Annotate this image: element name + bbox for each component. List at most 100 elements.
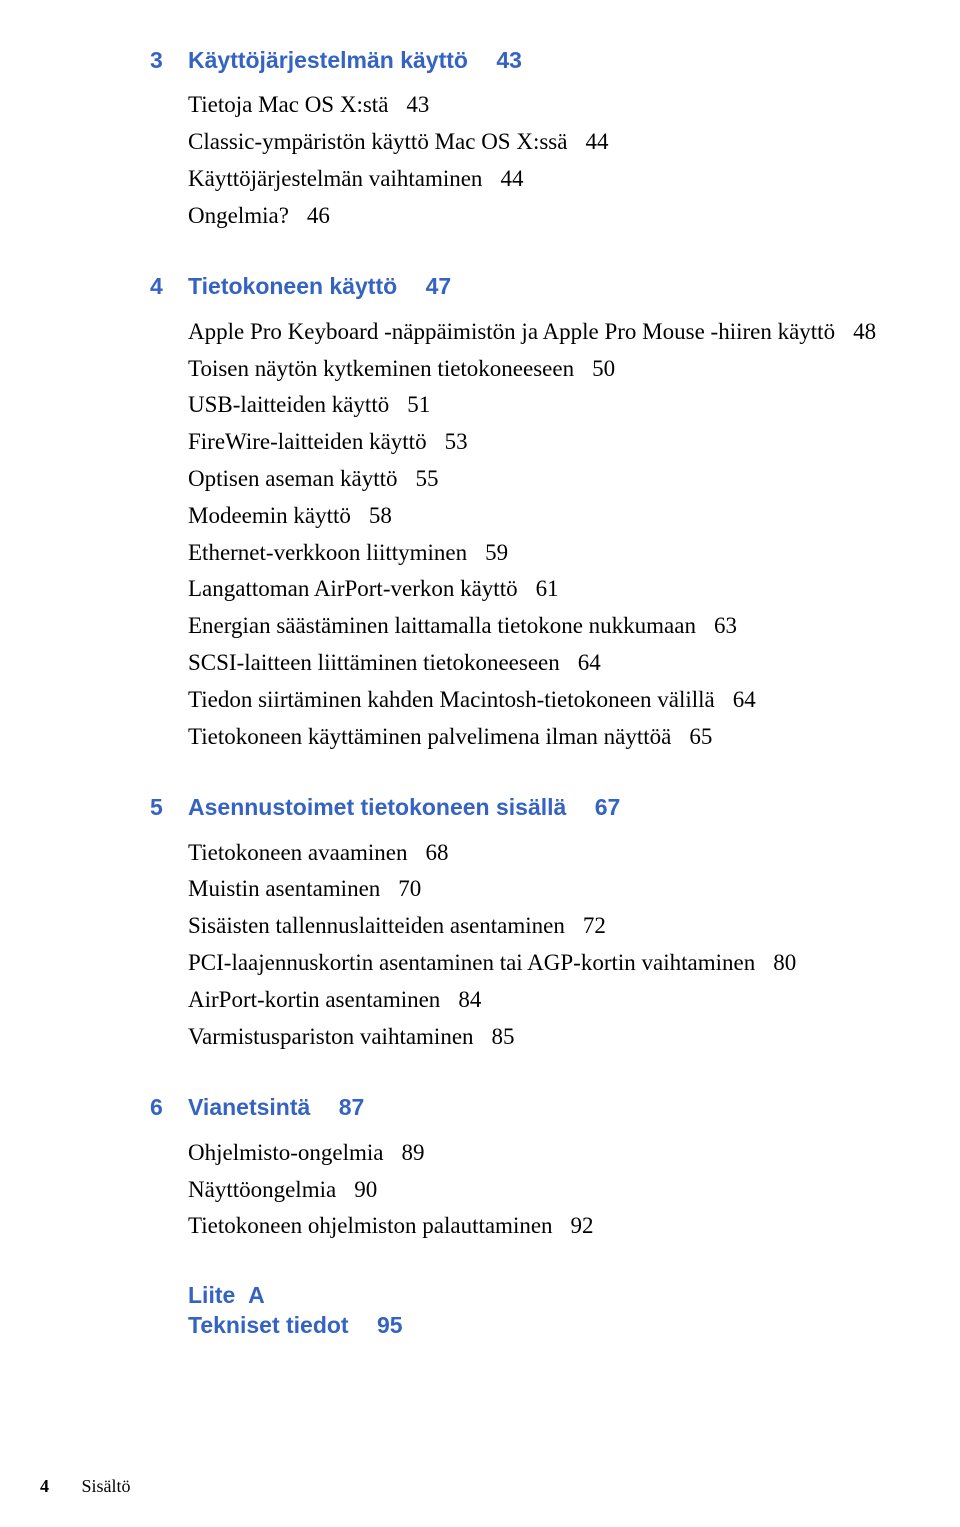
appendix-label: Liite [188, 1282, 235, 1308]
footer-page-number: 4 [40, 1476, 49, 1496]
chapter-title: Käyttöjärjestelmän käyttö 43 [188, 48, 890, 73]
entry-title: Apple Pro Keyboard -näppäimistön ja Appl… [188, 319, 835, 344]
chapter-title: Asennustoimet tietokoneen sisällä 67 [188, 795, 890, 820]
chapter-title-text: Vianetsintä [188, 1094, 310, 1120]
entry-page: 44 [500, 166, 523, 191]
toc-entry: Toisen näytön kytkeminen tietokoneeseen 5… [188, 351, 890, 388]
entry-page: 89 [401, 1140, 424, 1165]
entry-title: USB-laitteiden käyttö [188, 392, 389, 417]
toc-entry: FireWire-laitteiden käyttö 53 [188, 424, 890, 461]
entry-page: 50 [592, 356, 615, 381]
entry-page: 64 [578, 650, 601, 675]
chapter-number: 6 [150, 1095, 188, 1120]
chapter-entries: Ohjelmisto-ongelmia 89 Näyttöongelmia 90 T… [188, 1135, 890, 1245]
entry-title: Ohjelmisto-ongelmia [188, 1140, 383, 1165]
entry-page: 48 [853, 319, 876, 344]
chapter-page: 43 [496, 47, 522, 73]
chapter-entries: Tietokoneen avaaminen 68 Muistin asentami… [188, 835, 890, 1056]
chapter-title: Tietokoneen käyttö 47 [188, 274, 890, 299]
chapter-heading: 6 Vianetsintä 87 [150, 1095, 890, 1120]
entry-title: Langattoman AirPort-verkon käyttö [188, 576, 518, 601]
toc-entry: Langattoman AirPort-verkon käyttö 61 [188, 571, 890, 608]
entry-title: Optisen aseman käyttö [188, 466, 398, 491]
toc-entry: Näyttöongelmia 90 [188, 1172, 890, 1209]
entry-page: 46 [307, 203, 330, 228]
appendix-label-line: Liite A [188, 1281, 890, 1311]
toc-entry: PCI-laajennuskortin asentaminen tai AGP-… [188, 945, 890, 982]
toc-entry: USB-laitteiden käyttö51 [188, 387, 890, 424]
appendix-letter: A [248, 1282, 265, 1308]
entry-page: 44 [585, 129, 608, 154]
entry-page: 55 [416, 466, 439, 491]
entry-page: 90 [354, 1177, 377, 1202]
entry-title: Ethernet-verkkoon liittyminen [188, 540, 467, 565]
chapter-entries: Apple Pro Keyboard -näppäimistön ja Appl… [188, 314, 890, 756]
chapter-title-text: Tietokoneen käyttö [188, 273, 397, 299]
chapter-title-text: Asennustoimet tietokoneen sisällä [188, 794, 566, 820]
entry-page: 68 [426, 840, 449, 865]
chapter-heading: 4 Tietokoneen käyttö 47 [150, 274, 890, 299]
toc-entry: Muistin asentaminen 70 [188, 871, 890, 908]
toc-entry: Tietokoneen avaaminen 68 [188, 835, 890, 872]
entry-page: 59 [485, 540, 508, 565]
entry-title: Toisen näytön kytkeminen tietokoneeseen [188, 356, 574, 381]
entry-title: Varmistuspariston vaihtaminen [188, 1024, 474, 1049]
chapter-heading: 5 Asennustoimet tietokoneen sisällä 67 [150, 795, 890, 820]
toc-entry: Optisen aseman käyttö 55 [188, 461, 890, 498]
toc-entry: SCSI-laitteen liittäminen tietokoneeseen… [188, 645, 890, 682]
entry-title: Käyttöjärjestelmän vaihtaminen [188, 166, 482, 191]
entry-title: PCI-laajennuskortin asentaminen tai AGP-… [188, 950, 755, 975]
entry-page: 85 [492, 1024, 515, 1049]
entry-page: 63 [714, 613, 737, 638]
entry-title: Sisäisten tallennuslaitteiden asentamine… [188, 913, 565, 938]
entry-page: 84 [458, 987, 481, 1012]
entry-title: Tiedon siirtäminen kahden Macintosh-tiet… [188, 687, 715, 712]
toc-entry: Modeemin käyttö58 [188, 498, 890, 535]
toc-entry: Käyttöjärjestelmän vaihtaminen 44 [188, 161, 890, 198]
toc-entry: Ohjelmisto-ongelmia 89 [188, 1135, 890, 1172]
chapter-title-text: Käyttöjärjestelmän käyttö [188, 47, 468, 73]
entry-title: AirPort-kortin asentaminen [188, 987, 440, 1012]
toc-entry: Tietoja Mac OS X:stä 43 [188, 87, 890, 124]
toc-entry: Varmistuspariston vaihtaminen 85 [188, 1019, 890, 1056]
entry-title: SCSI-laitteen liittäminen tietokoneeseen [188, 650, 560, 675]
toc-entry: Ongelmia? 46 [188, 198, 890, 235]
entry-page: 53 [445, 429, 468, 454]
chapter-heading: 3 Käyttöjärjestelmän käyttö 43 [150, 48, 890, 73]
toc-entry: Ethernet-verkkoon liittyminen 59 [188, 535, 890, 572]
toc-entry: Energian säästäminen laittamalla tietoko… [188, 608, 890, 645]
entry-page: 70 [398, 876, 421, 901]
chapter-number: 4 [150, 274, 188, 299]
entry-page: 61 [536, 576, 559, 601]
entry-title: Classic-ympäristön käyttö Mac OS X:ssä [188, 129, 567, 154]
entry-page: 65 [689, 724, 712, 749]
entry-page: 43 [406, 92, 429, 117]
entry-page: 92 [571, 1213, 594, 1238]
page-footer: 4 Sisältö [40, 1476, 131, 1497]
appendix-title-line: Tekniset tiedot 95 [188, 1311, 890, 1341]
toc-entry: Apple Pro Keyboard -näppäimistön ja Appl… [188, 314, 890, 351]
toc-entry: Tiedon siirtäminen kahden Macintosh-tiet… [188, 682, 890, 719]
entry-title: Ongelmia? [188, 203, 289, 228]
chapter-page: 67 [595, 794, 621, 820]
entry-page: 64 [733, 687, 756, 712]
chapter-entries: Tietoja Mac OS X:stä 43 Classic-ympäristö… [188, 87, 890, 234]
entry-title: Muistin asentaminen [188, 876, 380, 901]
entry-title: Tietokoneen käyttäminen palvelimena ilma… [188, 724, 671, 749]
entry-title: FireWire-laitteiden käyttö [188, 429, 427, 454]
toc-entry: Tietokoneen käyttäminen palvelimena ilma… [188, 719, 890, 756]
entry-page: 72 [583, 913, 606, 938]
toc-entry: Sisäisten tallennuslaitteiden asentamine… [188, 908, 890, 945]
toc-page: 3 Käyttöjärjestelmän käyttö 43 Tietoja M… [0, 0, 960, 1527]
appendix-page: 95 [377, 1312, 403, 1338]
chapter-number: 5 [150, 795, 188, 820]
entry-title: Energian säästäminen laittamalla tietoko… [188, 613, 696, 638]
entry-title: Näyttöongelmia [188, 1177, 336, 1202]
entry-title: Tietoja Mac OS X:stä [188, 92, 388, 117]
entry-page: 80 [773, 950, 796, 975]
entry-page: 58 [369, 503, 392, 528]
chapter-title: Vianetsintä 87 [188, 1095, 890, 1120]
entry-title: Tietokoneen avaaminen [188, 840, 408, 865]
entry-title: Tietokoneen ohjelmiston palauttaminen [188, 1213, 553, 1238]
chapter-page: 47 [426, 273, 452, 299]
